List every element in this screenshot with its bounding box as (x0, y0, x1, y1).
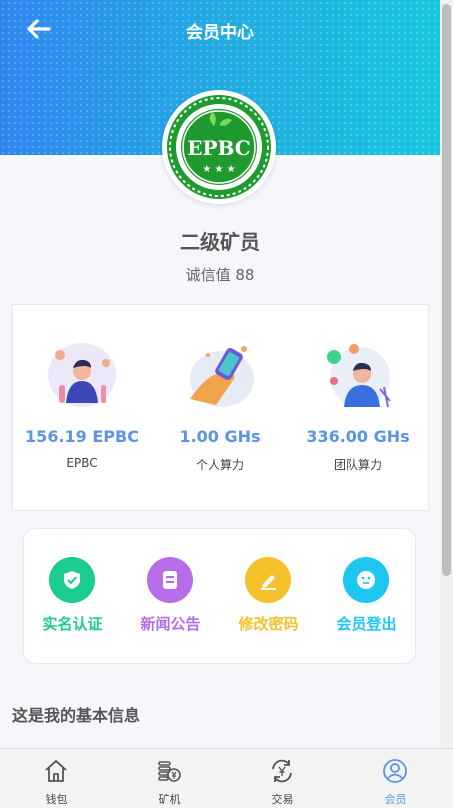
user-icon (383, 759, 407, 783)
action-icon-circle (147, 557, 193, 603)
logout-button[interactable]: 会员登出 (318, 529, 415, 663)
action-label: 修改密码 (238, 615, 299, 633)
scrollbar-thumb[interactable] (442, 4, 451, 576)
actions-card: 实名认证 新闻公告 修改密码 会员登出 (23, 528, 416, 664)
section-title: 这是我的基本信息 (12, 706, 141, 725)
logo-stars: ★ ★ ★ (202, 164, 235, 175)
tab-label: 交易 (271, 793, 294, 806)
document-icon (163, 571, 177, 589)
stat-value: 336.00 GHs (306, 427, 410, 446)
tab-wallet[interactable]: 钱包 (0, 749, 113, 808)
tab-miner[interactable]: 矿机 (113, 749, 226, 808)
stat-label: EPBC (66, 456, 98, 470)
tab-label: 矿机 (158, 793, 181, 806)
member-badge: EPBC ★ ★ ★ (162, 90, 276, 204)
action-label: 新闻公告 (140, 615, 201, 633)
epbc-logo: EPBC ★ ★ ★ (167, 95, 271, 199)
exchange-icon (272, 759, 292, 783)
action-label: 实名认证 (42, 615, 103, 633)
edit-icon (261, 575, 276, 590)
tab-member[interactable]: 会员 (339, 749, 452, 808)
scrollbar[interactable] (440, 0, 453, 748)
member-level: 二级矿员 (180, 230, 260, 254)
page-title: 会员中心 (186, 23, 254, 43)
credit-score: 诚信值 88 (185, 266, 255, 284)
change-password-button[interactable]: 修改密码 (220, 529, 317, 663)
face-icon (357, 571, 375, 589)
stat-label: 个人算力 (195, 458, 244, 472)
news-button[interactable]: 新闻公告 (122, 529, 219, 663)
team-illustration-icon (327, 344, 391, 408)
tab-label: 会员 (384, 793, 407, 806)
wallet-illustration-icon (48, 343, 116, 407)
tab-label: 钱包 (45, 793, 68, 806)
stat-label: 团队算力 (333, 458, 382, 472)
tab-trade[interactable]: 交易 (226, 749, 339, 808)
shield-check-icon (64, 571, 80, 589)
stats-card: 156.19 EPBC EPBC 1.00 GHs 个人算力 336.00 GH… (12, 304, 429, 511)
home-icon (45, 760, 67, 782)
coins-icon (158, 761, 181, 782)
action-label: 会员登出 (336, 615, 397, 633)
bottom-tab-bar: 钱包 矿机 交易 会员 (0, 748, 453, 808)
stat-value: 1.00 GHs (179, 427, 261, 446)
phone-hand-illustration-icon (190, 346, 254, 407)
real-name-auth-button[interactable]: 实名认证 (24, 529, 121, 663)
action-icon-circle (245, 557, 291, 603)
logo-text: EPBC (187, 136, 250, 160)
stat-value: 156.19 EPBC (25, 427, 139, 446)
action-icon-circle (49, 557, 95, 603)
action-icon-circle (343, 557, 389, 603)
